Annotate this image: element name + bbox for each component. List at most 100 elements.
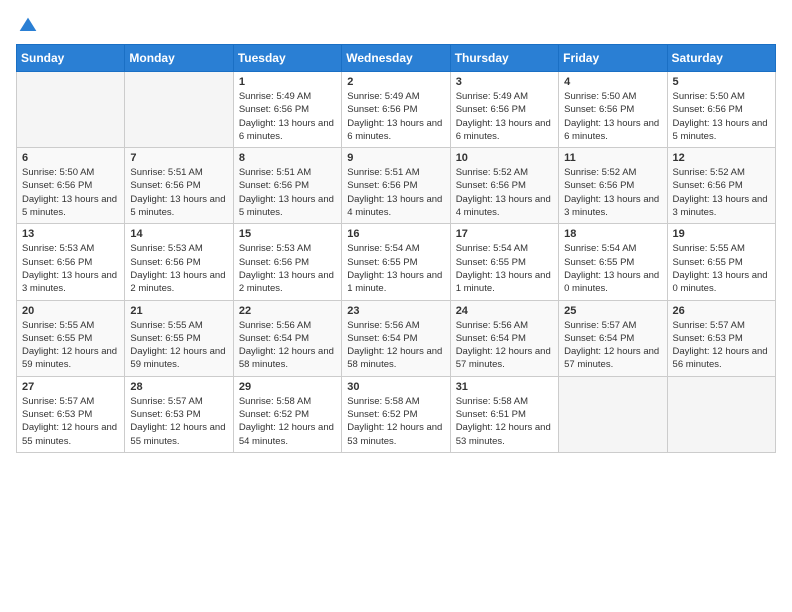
day-info: Sunrise: 5:57 AM Sunset: 6:53 PM Dayligh… (130, 395, 227, 448)
day-number: 20 (22, 305, 119, 317)
day-number: 21 (130, 305, 227, 317)
calendar-cell (17, 72, 125, 148)
calendar-cell: 8Sunrise: 5:51 AM Sunset: 6:56 PM Daylig… (233, 148, 341, 224)
calendar-cell (559, 376, 667, 452)
day-number: 17 (456, 228, 553, 240)
calendar-cell (125, 72, 233, 148)
logo (16, 16, 38, 32)
day-number: 27 (22, 381, 119, 393)
calendar-cell: 26 Sunrise: 5:57 AM Sunset: 6:53 PM Dayli… (667, 300, 775, 376)
day-info: Sunrise: 5:54 AM Sunset: 6:55 PM Dayligh… (347, 242, 444, 295)
day-info: Sunrise: 5:56 AM Sunset: 6:54 PM Dayligh… (347, 319, 444, 372)
calendar-cell: 15Sunrise: 5:53 AM Sunset: 6:56 PM Dayli… (233, 224, 341, 300)
day-number: 23 (347, 305, 444, 317)
day-number: 11 (564, 152, 661, 164)
calendar-cell: 18 Sunrise: 5:54 AM Sunset: 6:55 PM Dayli… (559, 224, 667, 300)
day-number: 30 (347, 381, 444, 393)
calendar-cell: 11 Sunrise: 5:52 AM Sunset: 6:56 PM Dayli… (559, 148, 667, 224)
calendar-cell: 10 Sunrise: 5:52 AM Sunset: 6:56 PM Dayli… (450, 148, 558, 224)
calendar-week-row: 27 Sunrise: 5:57 AM Sunset: 6:53 PM Dayli… (17, 376, 776, 452)
day-number: 6 (22, 152, 119, 164)
day-number: 18 (564, 228, 661, 240)
calendar-cell: 23 Sunrise: 5:56 AM Sunset: 6:54 PM Dayli… (342, 300, 450, 376)
day-info: Sunrise: 5:49 AM Sunset: 6:56 PM Dayligh… (347, 90, 444, 143)
day-number: 9 (347, 152, 444, 164)
day-number: 1 (239, 76, 336, 88)
calendar-cell: 21Sunrise: 5:55 AM Sunset: 6:55 PM Dayli… (125, 300, 233, 376)
day-info: Sunrise: 5:52 AM Sunset: 6:56 PM Dayligh… (456, 166, 553, 219)
calendar-cell: 5Sunrise: 5:50 AM Sunset: 6:56 PM Daylig… (667, 72, 775, 148)
day-number: 16 (347, 228, 444, 240)
calendar-cell: 16 Sunrise: 5:54 AM Sunset: 6:55 PM Dayli… (342, 224, 450, 300)
day-info: Sunrise: 5:51 AM Sunset: 6:56 PM Dayligh… (347, 166, 444, 219)
calendar-cell: 19 Sunrise: 5:55 AM Sunset: 6:55 PM Dayli… (667, 224, 775, 300)
day-info: Sunrise: 5:52 AM Sunset: 6:56 PM Dayligh… (673, 166, 770, 219)
calendar-cell: 13 Sunrise: 5:53 AM Sunset: 6:56 PM Dayli… (17, 224, 125, 300)
day-info: Sunrise: 5:56 AM Sunset: 6:54 PM Dayligh… (239, 319, 336, 372)
day-number: 2 (347, 76, 444, 88)
day-info: Sunrise: 5:52 AM Sunset: 6:56 PM Dayligh… (564, 166, 661, 219)
day-info: Sunrise: 5:53 AM Sunset: 6:56 PM Dayligh… (130, 242, 227, 295)
calendar-cell: 20 Sunrise: 5:55 AM Sunset: 6:55 PM Dayli… (17, 300, 125, 376)
day-number: 29 (239, 381, 336, 393)
day-of-week-header: Friday (559, 45, 667, 72)
day-info: Sunrise: 5:57 AM Sunset: 6:54 PM Dayligh… (564, 319, 661, 372)
calendar-header-row: SundayMondayTuesdayWednesdayThursdayFrid… (17, 45, 776, 72)
day-number: 26 (673, 305, 770, 317)
calendar-cell: 25 Sunrise: 5:57 AM Sunset: 6:54 PM Dayli… (559, 300, 667, 376)
day-number: 5 (673, 76, 770, 88)
day-info: Sunrise: 5:56 AM Sunset: 6:54 PM Dayligh… (456, 319, 553, 372)
day-number: 24 (456, 305, 553, 317)
calendar-cell: 7 Sunrise: 5:51 AM Sunset: 6:56 PM Daylig… (125, 148, 233, 224)
calendar-table: SundayMondayTuesdayWednesdayThursdayFrid… (16, 44, 776, 453)
calendar-cell: 31Sunrise: 5:58 AM Sunset: 6:51 PM Dayli… (450, 376, 558, 452)
day-info: Sunrise: 5:54 AM Sunset: 6:55 PM Dayligh… (564, 242, 661, 295)
day-info: Sunrise: 5:58 AM Sunset: 6:52 PM Dayligh… (347, 395, 444, 448)
day-of-week-header: Thursday (450, 45, 558, 72)
calendar-cell: 24 Sunrise: 5:56 AM Sunset: 6:54 PM Dayli… (450, 300, 558, 376)
calendar-week-row: 6Sunrise: 5:50 AM Sunset: 6:56 PM Daylig… (17, 148, 776, 224)
day-info: Sunrise: 5:53 AM Sunset: 6:56 PM Dayligh… (22, 242, 119, 295)
day-number: 7 (130, 152, 227, 164)
calendar-cell: 2 Sunrise: 5:49 AM Sunset: 6:56 PM Daylig… (342, 72, 450, 148)
day-number: 12 (673, 152, 770, 164)
day-info: Sunrise: 5:55 AM Sunset: 6:55 PM Dayligh… (673, 242, 770, 295)
calendar-cell: 30 Sunrise: 5:58 AM Sunset: 6:52 PM Dayli… (342, 376, 450, 452)
day-number: 25 (564, 305, 661, 317)
day-number: 28 (130, 381, 227, 393)
calendar-cell: 17 Sunrise: 5:54 AM Sunset: 6:55 PM Dayli… (450, 224, 558, 300)
logo-icon (18, 16, 38, 36)
day-info: Sunrise: 5:51 AM Sunset: 6:56 PM Dayligh… (130, 166, 227, 219)
day-of-week-header: Saturday (667, 45, 775, 72)
day-number: 4 (564, 76, 661, 88)
calendar-cell (667, 376, 775, 452)
day-number: 10 (456, 152, 553, 164)
calendar-cell: 29 Sunrise: 5:58 AM Sunset: 6:52 PM Dayli… (233, 376, 341, 452)
day-info: Sunrise: 5:58 AM Sunset: 6:52 PM Dayligh… (239, 395, 336, 448)
calendar-cell: 1 Sunrise: 5:49 AM Sunset: 6:56 PM Daylig… (233, 72, 341, 148)
day-number: 19 (673, 228, 770, 240)
calendar-cell: 28 Sunrise: 5:57 AM Sunset: 6:53 PM Dayli… (125, 376, 233, 452)
calendar-week-row: 13 Sunrise: 5:53 AM Sunset: 6:56 PM Dayli… (17, 224, 776, 300)
day-info: Sunrise: 5:57 AM Sunset: 6:53 PM Dayligh… (22, 395, 119, 448)
day-of-week-header: Monday (125, 45, 233, 72)
day-info: Sunrise: 5:49 AM Sunset: 6:56 PM Dayligh… (239, 90, 336, 143)
day-info: Sunrise: 5:55 AM Sunset: 6:55 PM Dayligh… (22, 319, 119, 372)
calendar-cell: 12 Sunrise: 5:52 AM Sunset: 6:56 PM Dayli… (667, 148, 775, 224)
day-of-week-header: Sunday (17, 45, 125, 72)
calendar-cell: 27 Sunrise: 5:57 AM Sunset: 6:53 PM Dayli… (17, 376, 125, 452)
calendar-cell: 14 Sunrise: 5:53 AM Sunset: 6:56 PM Dayli… (125, 224, 233, 300)
day-info: Sunrise: 5:50 AM Sunset: 6:56 PM Dayligh… (564, 90, 661, 143)
day-info: Sunrise: 5:49 AM Sunset: 6:56 PM Dayligh… (456, 90, 553, 143)
calendar-cell: 22 Sunrise: 5:56 AM Sunset: 6:54 PM Dayli… (233, 300, 341, 376)
day-number: 13 (22, 228, 119, 240)
day-number: 22 (239, 305, 336, 317)
day-number: 14 (130, 228, 227, 240)
calendar-week-row: 20 Sunrise: 5:55 AM Sunset: 6:55 PM Dayli… (17, 300, 776, 376)
day-number: 3 (456, 76, 553, 88)
day-info: Sunrise: 5:54 AM Sunset: 6:55 PM Dayligh… (456, 242, 553, 295)
day-info: Sunrise: 5:58 AM Sunset: 6:51 PM Dayligh… (456, 395, 553, 448)
day-info: Sunrise: 5:57 AM Sunset: 6:53 PM Dayligh… (673, 319, 770, 372)
calendar-cell: 3 Sunrise: 5:49 AM Sunset: 6:56 PM Daylig… (450, 72, 558, 148)
calendar-cell: 9 Sunrise: 5:51 AM Sunset: 6:56 PM Daylig… (342, 148, 450, 224)
